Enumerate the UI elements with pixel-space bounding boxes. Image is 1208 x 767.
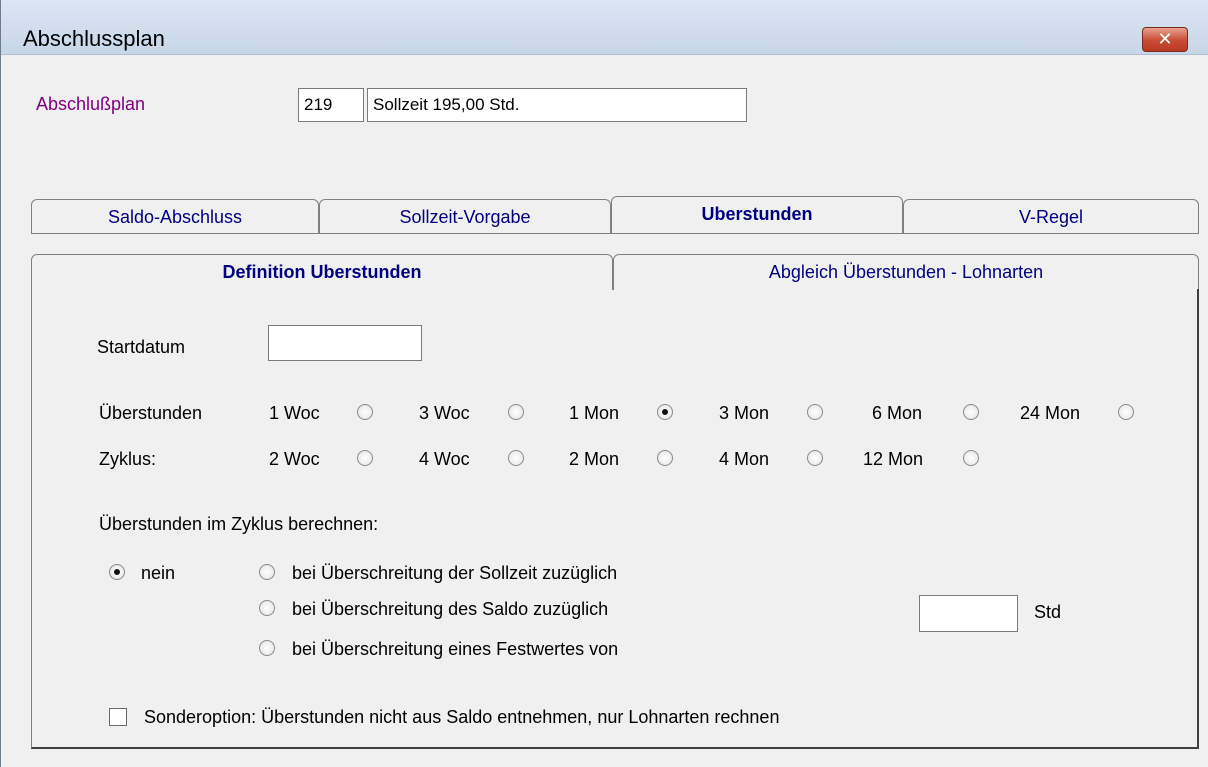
plan-name-field[interactable]: Sollzeit 195,00 Std. — [367, 88, 747, 122]
sollzeit-option-label: bei Überschreitung der Sollzeit zuzüglic… — [292, 563, 618, 583]
tab-abgleich-lohnarten[interactable]: Abgleich Überstunden - Lohnarten — [613, 254, 1199, 290]
radio-12-mon[interactable] — [963, 450, 979, 466]
std-unit-label: Std — [1034, 602, 1062, 622]
zyklus-option-label: 4 Woc — [419, 449, 470, 469]
radio-4-woc[interactable] — [508, 450, 524, 466]
radio-saldo[interactable] — [259, 600, 275, 616]
zyklus-option-label: 2 Woc — [269, 449, 320, 469]
zyklus-option-label: 4 Mon — [719, 449, 770, 469]
radio-2-woc[interactable] — [357, 450, 373, 466]
zyklus-option-label: 6 Mon — [872, 403, 923, 423]
zyklus-label: Zyklus: — [99, 449, 157, 469]
radio-3-mon[interactable] — [807, 404, 823, 420]
nein-label: nein — [141, 563, 176, 583]
main-tab-panel — [31, 233, 1199, 254]
radio-4-mon[interactable] — [807, 450, 823, 466]
radio-2-mon[interactable] — [657, 450, 673, 466]
ueberstunden-label: Überstunden — [99, 403, 203, 423]
saldo-option-label: bei Überschreitung des Saldo zuzüglich — [292, 599, 609, 619]
zyklus-option-label: 12 Mon — [863, 449, 924, 469]
window-title: Abschlussplan — [23, 26, 165, 51]
tab-uberstunden[interactable]: Uberstunden — [611, 196, 903, 233]
abschlussplan-label: Abschlußplan — [36, 94, 146, 114]
zyklus-option-label: 24 Mon — [1020, 403, 1081, 423]
startdatum-label: Startdatum — [97, 337, 186, 357]
festwert-option-label: bei Überschreitung eines Festwertes von — [292, 639, 619, 659]
berechnen-label: Überstunden im Zyklus berechnen: — [99, 514, 379, 534]
tab-sollzeit-vorgabe[interactable]: Sollzeit-Vorgabe — [319, 199, 611, 233]
radio-24-mon[interactable] — [1118, 404, 1134, 420]
title-bar: Abschlussplan ✕ — [1, 0, 1208, 55]
dialog-window: Abschlussplan ✕ Abschlußplan 219 Sollzei… — [0, 0, 1208, 767]
radio-nein[interactable] — [109, 564, 125, 580]
startdatum-input[interactable] — [268, 325, 422, 361]
radio-3-woc[interactable] — [508, 404, 524, 420]
zyklus-option-label: 3 Woc — [419, 403, 470, 423]
std-input[interactable] — [919, 595, 1018, 632]
zyklus-option-label: 1 Mon — [569, 403, 620, 423]
zyklus-option-label: 3 Mon — [719, 403, 770, 423]
zyklus-option-label: 1 Woc — [269, 403, 320, 423]
close-icon: ✕ — [1157, 29, 1173, 49]
plan-number-field[interactable]: 219 — [298, 88, 364, 122]
sonderoption-checkbox[interactable] — [109, 708, 127, 726]
tab-definition-uberstunden[interactable]: Definition Uberstunden — [31, 254, 613, 290]
radio-1-mon[interactable] — [657, 404, 673, 420]
tab-v-regel[interactable]: V-Regel — [903, 199, 1199, 233]
tab-saldo-abschluss[interactable]: Saldo-Abschluss — [31, 199, 319, 233]
radio-sollzeit[interactable] — [259, 564, 275, 580]
zyklus-option-label: 2 Mon — [569, 449, 620, 469]
radio-festwert[interactable] — [259, 640, 275, 656]
radio-6-mon[interactable] — [963, 404, 979, 420]
radio-1-woc[interactable] — [357, 404, 373, 420]
sonderoption-label: Sonderoption: Überstunden nicht aus Sald… — [144, 707, 780, 727]
close-button[interactable]: ✕ — [1142, 27, 1188, 52]
